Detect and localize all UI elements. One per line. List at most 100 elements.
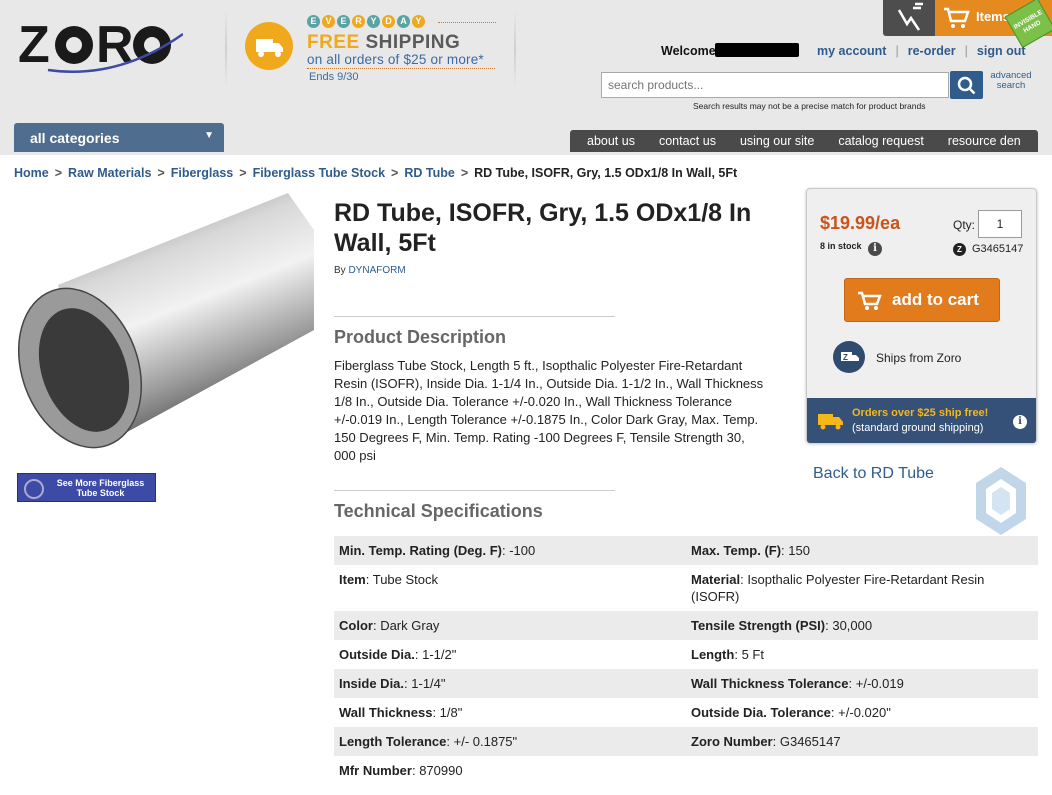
product-description-heading: Product Description (334, 327, 507, 347)
advanced-search-link[interactable]: advanced search (990, 71, 1032, 91)
breadcrumb-current: RD Tube, ISOFR, Gry, 1.5 ODx1/8 In Wall,… (474, 166, 738, 180)
chevron-down-icon: ▼ (204, 130, 214, 141)
breadcrumb-home[interactable]: Home (14, 166, 49, 180)
spec-cell: Wall Thickness: 1/8" (339, 705, 463, 720)
spec-cell: Max. Temp. (F): 150 (691, 543, 810, 558)
spec-value: 5 Ft (741, 647, 764, 662)
promo-line-2: (standard ground shipping) (852, 422, 984, 434)
quantity-input[interactable]: 1 (978, 210, 1022, 238)
everyday-letter: Y (367, 15, 380, 28)
sign-out-link[interactable]: sign out (968, 44, 1035, 58)
ships-from-text: Ships from Zoro (876, 351, 962, 365)
stock-info-icon[interactable]: i (868, 242, 882, 256)
search-input[interactable] (601, 72, 949, 98)
spec-key: Max. Temp. (F) (691, 543, 782, 558)
everyday-letter: Y (412, 15, 425, 28)
spec-row: Length Tolerance: +/- 0.1875" Zoro Number… (334, 727, 1038, 756)
free-shipping-subline: on all orders of $25 or more* (307, 52, 484, 67)
breadcrumb-fiberglass[interactable]: Fiberglass (171, 166, 234, 180)
back-link[interactable]: Back to RD Tube (813, 465, 934, 483)
spec-key: Inside Dia. (339, 676, 405, 691)
technical-specifications-heading: Technical Specifications (334, 501, 543, 521)
product-title: RD Tube, ISOFR, Gry, 1.5 ODx1/8 In Wall,… (334, 199, 752, 257)
nav-contact-us[interactable]: contact us (635, 134, 716, 148)
spec-cell: Outside Dia.: 1-1/2" (339, 647, 457, 662)
main-nav: about us contact us using our site catal… (570, 130, 1038, 152)
ships-from-zoro-icon: Z (833, 341, 865, 373)
cart-icon (944, 7, 970, 28)
spec-key: Length Tolerance (339, 734, 447, 749)
spec-cell: Inside Dia.: 1-1/4" (339, 676, 446, 691)
spec-cell: Wall Thickness Tolerance: +/-0.019 (691, 676, 904, 691)
spec-key: Color (339, 618, 373, 633)
nav-catalog-request[interactable]: catalog request (814, 134, 923, 148)
cart-icon (858, 291, 882, 310)
search-button[interactable] (950, 71, 983, 99)
spec-value: +/-0.019 (855, 676, 904, 691)
everyday-letter: E (337, 15, 350, 28)
spec-value: +/- 0.1875" (453, 734, 518, 749)
see-more-button[interactable]: See More Fiberglass Tube Stock (17, 473, 156, 502)
search-disclaimer: Search results may not be a precise matc… (693, 101, 926, 111)
shipping-truck-icon (818, 414, 843, 430)
decorative-line (438, 22, 496, 23)
spec-cell: Material: Isopthalic Polyester Fire-Reta… (691, 572, 985, 604)
nav-about-us[interactable]: about us (570, 134, 635, 148)
spec-value: Dark Gray (380, 618, 440, 633)
brand-link[interactable]: DYNAFORM (348, 265, 405, 276)
divider (334, 316, 615, 317)
spec-cell: Mfr Number: 870990 (339, 763, 463, 778)
spec-key: Zoro Number (691, 734, 773, 749)
add-to-cart-button[interactable]: add to cart (844, 278, 1000, 322)
shipping-info-icon[interactable]: i (1013, 415, 1027, 429)
spec-key: Wall Thickness (339, 705, 433, 720)
spec-row: Item: Tube Stock Material: Isopthalic Pol… (334, 565, 1038, 611)
breadcrumb-fiberglass-tube-stock[interactable]: Fiberglass Tube Stock (253, 166, 385, 180)
breadcrumb-raw-materials[interactable]: Raw Materials (68, 166, 151, 180)
spec-key: Outside Dia. (339, 647, 415, 662)
spec-cell: Tensile Strength (PSI): 30,000 (691, 618, 873, 633)
promo-end-date: Ends 9/30 (309, 71, 359, 83)
everyday-letter: A (397, 15, 410, 28)
divider (514, 10, 516, 88)
spec-cell: Item: Tube Stock (339, 572, 439, 587)
everyday-letters: EVERYDAY (307, 15, 425, 28)
all-categories-button[interactable]: all categories ▼ (14, 123, 224, 152)
spec-cell: Zoro Number: G3465147 (691, 734, 841, 749)
nav-resource-den[interactable]: resource den (924, 134, 1021, 148)
magnifier-icon (24, 479, 44, 499)
spec-key: Tensile Strength (PSI) (691, 618, 826, 633)
spec-value: 1-1/4" (411, 676, 446, 691)
spec-row: Outside Dia.: 1-1/2" Length: 5 Ft (334, 640, 1038, 669)
free-shipping-banner: Orders over $25 ship free! (standard gro… (807, 398, 1036, 443)
spec-row: Min. Temp. Rating (Deg. F): -100 Max. Tem… (334, 536, 1038, 565)
everyday-letter: V (322, 15, 335, 28)
everyday-letter: D (382, 15, 395, 28)
spec-key: Outside Dia. Tolerance (691, 705, 831, 720)
my-account-link[interactable]: my account (808, 44, 895, 58)
breadcrumb: Home > Raw Materials > Fiberglass > Fibergl… (14, 166, 738, 180)
welcome-text: Welcome, (661, 44, 720, 58)
spec-value: 1-1/2" (422, 647, 457, 662)
scroll-to-top-icon[interactable] (974, 465, 1028, 537)
everyday-letter: R (352, 15, 365, 28)
spec-value: -100 (509, 543, 536, 558)
nav-using-our-site[interactable]: using our site (716, 134, 814, 148)
redacted-username (715, 43, 799, 57)
reorder-link[interactable]: re-order (899, 44, 965, 58)
svg-text:Z: Z (18, 16, 49, 74)
spec-value: 30,000 (832, 618, 873, 633)
spec-value: +/-0.020" (838, 705, 891, 720)
spec-key: Wall Thickness Tolerance (691, 676, 849, 691)
search-icon (957, 76, 976, 95)
spec-cell (686, 756, 1038, 785)
spec-row: Mfr Number: 870990 (334, 756, 1038, 785)
breadcrumb-rd-tube[interactable]: RD Tube (404, 166, 454, 180)
product-image[interactable] (18, 190, 316, 455)
spec-key: Mfr Number (339, 763, 412, 778)
zoro-logo[interactable]: Z R (18, 14, 183, 76)
spec-key: Item (339, 572, 366, 587)
spec-cell: Color: Dark Gray (339, 618, 440, 633)
spec-key: Length (691, 647, 735, 662)
quick-order-icon (897, 2, 923, 31)
